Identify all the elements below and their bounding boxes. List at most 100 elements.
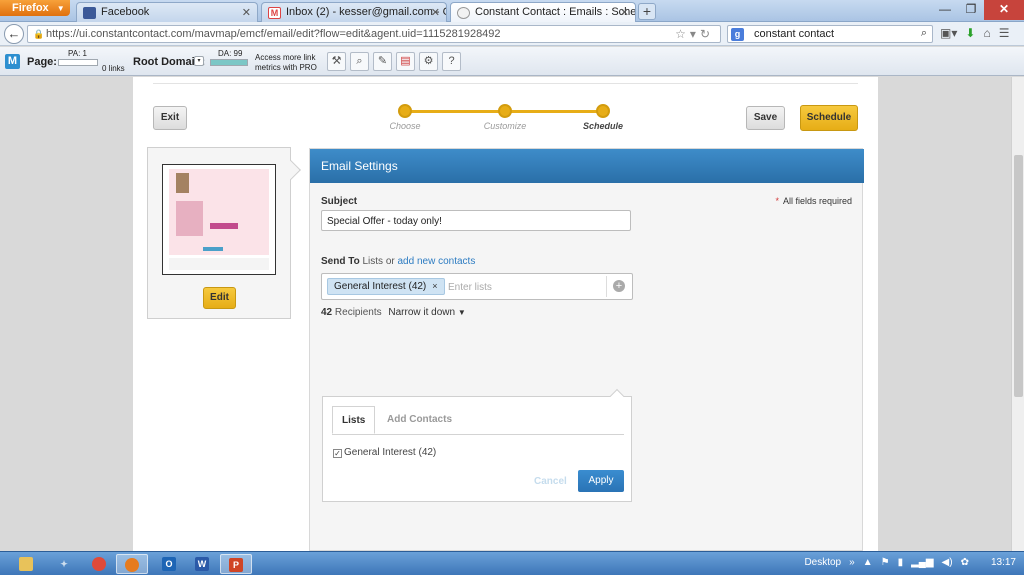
flag-icon[interactable]: ⚑ xyxy=(881,557,890,568)
tab-label: Inbox (2) - kesser@gmail.com - Gmail xyxy=(286,6,446,18)
subject-input[interactable]: Special Offer - today only! xyxy=(321,210,631,231)
file-explorer-button[interactable] xyxy=(10,554,42,574)
step-customize-label: Customize xyxy=(483,121,527,131)
menu-icon[interactable]: ☰ xyxy=(999,26,1010,40)
input-divider xyxy=(606,276,607,297)
window-controls: — ❐ ✕ xyxy=(932,0,1024,20)
add-new-contacts-link[interactable]: add new contacts xyxy=(398,256,476,267)
download-icon[interactable]: ⬇ xyxy=(965,26,975,40)
edit-button[interactable]: Edit xyxy=(203,287,236,309)
recipients-row: 42 Recipients Narrow it down ▼ xyxy=(321,307,466,318)
tab-add-contacts[interactable]: Add Contacts xyxy=(378,406,461,434)
pro-promo-line1[interactable]: Access more link xyxy=(255,53,315,62)
chrome-button[interactable] xyxy=(83,554,115,574)
help-icon[interactable]: ? xyxy=(442,52,461,71)
mozbar-toolbar: M Page: PA: 1 0 links Root Domain: ▾ DA:… xyxy=(0,47,1024,76)
thumbnail-social xyxy=(203,247,223,251)
step-schedule-label: Schedule xyxy=(582,121,623,131)
thumbnail-image xyxy=(176,201,203,236)
us-flag-icon[interactable]: ▤ xyxy=(396,52,415,71)
email-editor-page: Exit Choose Customize Schedule Save Sche… xyxy=(133,77,878,551)
google-icon: g xyxy=(731,28,744,41)
tab-lists[interactable]: Lists xyxy=(332,406,376,434)
moz-logo-icon[interactable]: M xyxy=(5,54,20,69)
tab-facebook[interactable]: Facebook ✕ xyxy=(76,2,258,22)
lists-input[interactable]: General Interest (42) × Enter lists + xyxy=(321,273,633,300)
page-label: Page: xyxy=(27,56,57,68)
minimize-icon[interactable]: — xyxy=(932,0,958,20)
search-bar[interactable]: g constant contact ⌕ xyxy=(727,25,933,43)
checkbox-checked-icon: ✓ xyxy=(333,449,342,458)
battery-icon[interactable]: ▮ xyxy=(898,557,904,568)
chrome-icon xyxy=(92,557,106,571)
toolbar-icons: ▣▾ ⬇ ⌂ ☰ xyxy=(940,26,1009,40)
home-icon[interactable]: ⌂ xyxy=(983,26,990,40)
address-bar[interactable]: 🔒 https://ui.constantcontact.com/mavmap/… xyxy=(27,25,721,43)
chevron-icon[interactable]: » xyxy=(849,557,855,568)
apply-button[interactable]: Apply xyxy=(578,470,624,492)
network-icon[interactable]: ▂▄▆ xyxy=(911,557,933,568)
progress-steps: Choose Customize Schedule xyxy=(388,104,628,144)
list-tag-label: General Interest (42) xyxy=(334,281,427,292)
step-schedule-dot[interactable] xyxy=(596,104,610,118)
thumbnail-footer xyxy=(169,258,269,270)
settings-gear-icon[interactable]: ⚙ xyxy=(419,52,438,71)
scrollbar-thumb[interactable] xyxy=(1014,155,1023,397)
volume-icon[interactable]: ◀) xyxy=(942,557,953,568)
firefox-taskbar-button[interactable] xyxy=(116,554,148,574)
word-button[interactable]: W xyxy=(186,554,218,574)
tab-label: Constant Contact : Emails : Schedule xyxy=(475,6,636,18)
remove-tag-icon[interactable]: × xyxy=(432,281,437,291)
narrow-it-down-toggle[interactable]: Narrow it down ▼ xyxy=(388,307,465,318)
bird-icon: ✦ xyxy=(60,559,68,569)
clock-time[interactable]: 13:17 xyxy=(991,557,1016,568)
close-tab-icon[interactable]: ✕ xyxy=(431,6,440,19)
tab-label: Facebook xyxy=(101,6,150,18)
search-icon[interactable]: ⌕ xyxy=(350,52,369,71)
search-icon[interactable]: ⌕ xyxy=(921,27,927,40)
show-hidden-icons-icon[interactable]: ▲ xyxy=(863,557,873,568)
app-tray-icon[interactable]: ✿ xyxy=(961,557,969,568)
close-window-icon[interactable]: ✕ xyxy=(984,0,1024,20)
maximize-icon[interactable]: ❐ xyxy=(958,0,984,20)
caret-down-icon: ▼ xyxy=(457,308,466,317)
tab-gmail[interactable]: M Inbox (2) - kesser@gmail.com - Gmail ✕ xyxy=(261,2,447,22)
checkbox-label: General Interest (42) xyxy=(344,447,437,458)
schedule-button[interactable]: Schedule xyxy=(800,105,858,131)
firefox-menu-button[interactable]: Firefox ▼ xyxy=(0,0,70,16)
navigation-bar: ← 🔒 https://ui.constantcontact.com/mavma… xyxy=(0,22,1024,46)
constant-contact-icon xyxy=(457,7,470,19)
page-scrollbar[interactable] xyxy=(1011,77,1024,551)
exit-button[interactable]: Exit xyxy=(153,106,187,130)
preview-notch xyxy=(281,160,301,180)
wrench-icon[interactable]: ⚒ xyxy=(327,52,346,71)
cancel-button[interactable]: Cancel xyxy=(534,476,567,487)
dropdown-arrow-icon: ▼ xyxy=(56,4,65,13)
add-list-icon[interactable]: + xyxy=(613,280,625,292)
desktop-toolbar-label[interactable]: Desktop xyxy=(804,557,841,568)
url-text: https://ui.constantcontact.com/mavmap/em… xyxy=(46,28,501,40)
recipients-count: 42 xyxy=(321,307,333,318)
close-tab-icon[interactable]: ✕ xyxy=(242,6,251,19)
email-thumbnail[interactable] xyxy=(162,164,276,275)
step-choose-dot[interactable] xyxy=(398,104,412,118)
outlook-button[interactable]: O xyxy=(153,554,185,574)
send-to-label: Send To xyxy=(321,256,360,267)
panel-title: Email Settings xyxy=(310,149,864,183)
word-icon: W xyxy=(195,557,209,571)
new-tab-button[interactable]: + xyxy=(638,3,656,20)
pro-promo-line2[interactable]: metrics with PRO xyxy=(255,63,317,72)
highlighter-icon[interactable]: ✎ xyxy=(373,52,392,71)
bookmarks-icon[interactable]: ▣▾ xyxy=(940,26,957,40)
powerpoint-button[interactable]: P xyxy=(220,554,252,574)
bookmark-star-icon[interactable]: ☆▾↻ xyxy=(675,27,714,41)
root-domain-dropdown-icon[interactable]: ▾ xyxy=(194,56,204,66)
close-tab-icon[interactable]: ✕ xyxy=(620,6,629,19)
tab-constant-contact[interactable]: Constant Contact : Emails : Schedule ✕ xyxy=(450,2,636,23)
step-customize-dot[interactable] xyxy=(498,104,512,118)
back-arrow-icon[interactable]: ← xyxy=(4,24,24,44)
general-interest-checkbox[interactable]: ✓ General Interest (42) xyxy=(333,447,436,458)
save-button[interactable]: Save xyxy=(746,106,785,130)
app-button-1[interactable]: ✦ xyxy=(48,554,80,574)
subject-label: Subject xyxy=(321,196,358,207)
